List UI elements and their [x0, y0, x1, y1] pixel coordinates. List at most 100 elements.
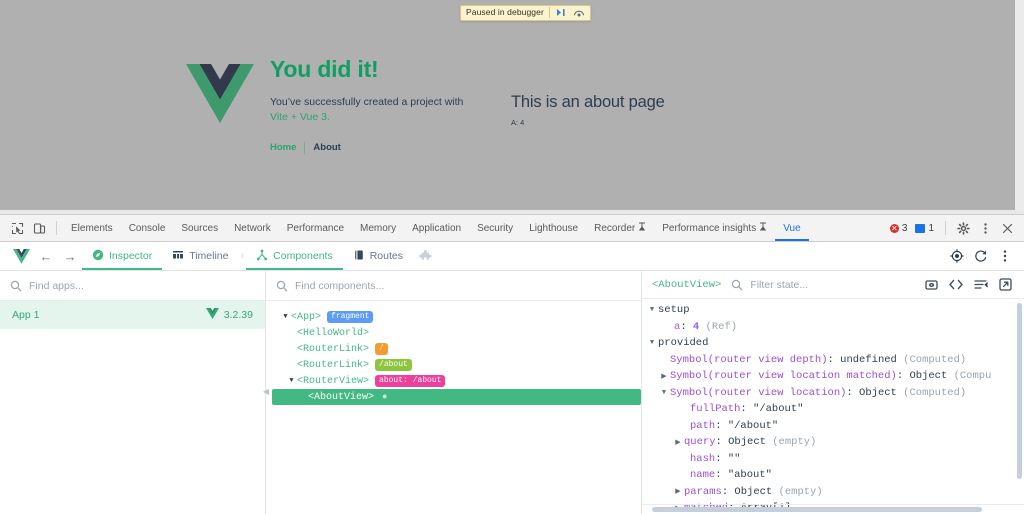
open-external-icon[interactable]: [999, 278, 1012, 291]
vue-tab-label: Timeline: [189, 250, 229, 262]
state-key: path: [690, 419, 716, 432]
tree-node-tag: <HelloWorld>: [297, 327, 370, 339]
tab-console[interactable]: Console: [121, 215, 174, 241]
tree-node-badge: fragment: [327, 311, 374, 323]
vue-tab-routes[interactable]: Routes: [343, 242, 413, 270]
state-key: params: [684, 485, 722, 498]
tab-security[interactable]: Security: [469, 215, 521, 241]
close-icon[interactable]: [996, 217, 1018, 239]
state-row-fullpath[interactable]: fullPath: "/about": [642, 401, 1024, 418]
state-suffix: (Ref): [705, 320, 738, 333]
tree-node-app[interactable]: ▼ <App> fragment: [280, 309, 641, 325]
tab-label: Console: [128, 222, 166, 234]
tab-elements[interactable]: Elements: [63, 215, 121, 241]
state-vertical-scrollbar[interactable]: [1017, 303, 1022, 479]
puzzle-plugin-icon[interactable]: [413, 244, 437, 268]
page-title: You did it!: [270, 56, 379, 82]
tab-label: Lighthouse: [529, 222, 579, 234]
tab-application[interactable]: Application: [404, 215, 469, 241]
chevron-down-icon[interactable]: ▼: [646, 339, 658, 347]
tab-network[interactable]: Network: [226, 215, 279, 241]
chevron-right-icon[interactable]: ▶: [672, 487, 684, 496]
state-group-provided[interactable]: ▼ provided: [642, 335, 1024, 352]
tree-node-routerview[interactable]: ▼ <RouterView> about: /about: [280, 373, 641, 389]
kebab-menu-icon[interactable]: [994, 245, 1016, 267]
state-row-params[interactable]: ▶ params: Object (empty): [642, 484, 1024, 501]
state-horizontal-scrollbar[interactable]: [652, 507, 982, 512]
find-components-search[interactable]: Find components...: [266, 271, 641, 301]
state-value: "about": [727, 469, 772, 482]
tree-node-aboutview[interactable]: <AboutView> ●: [272, 389, 641, 405]
search-icon: [276, 280, 288, 292]
state-row-router-view-depth[interactable]: Symbol(router view depth): undefined (Co…: [642, 352, 1024, 369]
chevron-right-icon[interactable]: ▶: [672, 438, 684, 447]
tab-lighthouse[interactable]: Lighthouse: [521, 215, 586, 241]
message-count-badge[interactable]: 1: [912, 222, 939, 235]
gear-icon[interactable]: [952, 217, 974, 239]
state-row-location-matched[interactable]: ▶ Symbol(router view location matched): …: [642, 368, 1024, 385]
resume-script-icon[interactable]: [555, 7, 568, 18]
tab-label: Security: [477, 222, 514, 234]
vue-tab-timeline[interactable]: Timeline: [162, 242, 238, 270]
kebab-menu-icon[interactable]: [974, 217, 996, 239]
vue-tab-components[interactable]: Components: [246, 242, 343, 270]
state-row-a[interactable]: a: 4 (Ref): [642, 319, 1024, 336]
vue-devtools-toolbar: ← → Inspector Timeline › Components Rout…: [0, 242, 1024, 271]
chevron-down-icon[interactable]: ▼: [286, 377, 297, 385]
vue-devtools-body: Find apps... App 1 3.2.39 ◀ Find compone…: [0, 271, 1024, 514]
state-group-setup[interactable]: ▼ setup: [642, 302, 1024, 319]
inspect-dom-icon[interactable]: [925, 279, 938, 291]
collapse-all-icon[interactable]: [974, 279, 988, 290]
state-row-query[interactable]: ▶ query: Object (empty): [642, 434, 1024, 451]
devtools-tabbar: Elements Console Sources Network Perform…: [0, 215, 1024, 242]
tab-label: Elements: [71, 222, 113, 234]
collapse-left-icon[interactable]: ◀: [260, 383, 272, 399]
tab-memory[interactable]: Memory: [352, 215, 404, 241]
nav-link-about[interactable]: About: [313, 142, 340, 154]
apps-pane: Find apps... App 1 3.2.39: [0, 271, 266, 514]
state-value: Object: [728, 436, 766, 449]
message-icon: [915, 223, 926, 233]
tree-node-routerlink-home[interactable]: <RouterLink> /: [280, 341, 641, 357]
vue-logo: [186, 64, 254, 124]
tab-performance-insights[interactable]: Performance insights: [654, 215, 775, 241]
state-row-name[interactable]: name: "about": [642, 467, 1024, 484]
device-toolbar-icon[interactable]: [28, 217, 50, 239]
nav-link-home[interactable]: Home: [270, 142, 296, 154]
chevron-right-icon[interactable]: ▶: [658, 372, 670, 381]
chevron-down-icon[interactable]: ▼: [658, 389, 670, 397]
browser-viewport: Paused in debugger You did it! You’ve su…: [0, 0, 1024, 214]
find-apps-placeholder: Find apps...: [29, 279, 84, 292]
error-count-badge[interactable]: ✕ 3: [887, 222, 913, 235]
tab-performance[interactable]: Performance: [279, 215, 352, 241]
about-a-value: A: 4: [511, 118, 525, 127]
tree-node-helloworld[interactable]: <HelloWorld>: [280, 325, 641, 341]
state-key: query: [684, 436, 716, 449]
state-row-hash[interactable]: hash: "": [642, 451, 1024, 468]
find-apps-search[interactable]: Find apps...: [0, 271, 265, 301]
refresh-icon[interactable]: [970, 245, 992, 267]
app-list-item[interactable]: App 1 3.2.39: [0, 301, 265, 329]
find-components-placeholder: Find components...: [295, 279, 385, 292]
step-over-icon[interactable]: [573, 7, 586, 18]
chevron-down-icon[interactable]: ▼: [646, 306, 658, 314]
chevron-down-icon[interactable]: ▼: [280, 313, 291, 321]
tree-node-tag: <AboutView>: [308, 391, 375, 403]
tree-node-routerlink-about[interactable]: <RouterLink> /about: [280, 357, 641, 373]
about-view-content: This is an about page A: 4: [511, 92, 665, 128]
target-pick-component-icon[interactable]: [946, 245, 968, 267]
inspect-element-icon[interactable]: [6, 217, 28, 239]
state-pane-header: <AboutView> Filter state...: [642, 271, 1024, 299]
tab-recorder[interactable]: Recorder: [586, 215, 654, 241]
state-row-location[interactable]: ▼ Symbol(router view location): Object (…: [642, 385, 1024, 402]
open-source-code-icon[interactable]: [949, 279, 963, 290]
vue-tab-inspector[interactable]: Inspector: [82, 242, 162, 270]
hero-subtitle-link[interactable]: Vite + Vue 3.: [270, 111, 330, 123]
tab-sources[interactable]: Sources: [173, 215, 226, 241]
components-pane: ◀ Find components... ▼ <App> fragment <H…: [263, 271, 642, 514]
state-suffix: (empty): [778, 485, 823, 498]
arrow-left-icon[interactable]: ←: [34, 244, 58, 268]
state-row-path[interactable]: path: "/about": [642, 418, 1024, 435]
tab-vue[interactable]: Vue: [775, 215, 808, 241]
arrow-right-icon[interactable]: →: [58, 244, 82, 268]
